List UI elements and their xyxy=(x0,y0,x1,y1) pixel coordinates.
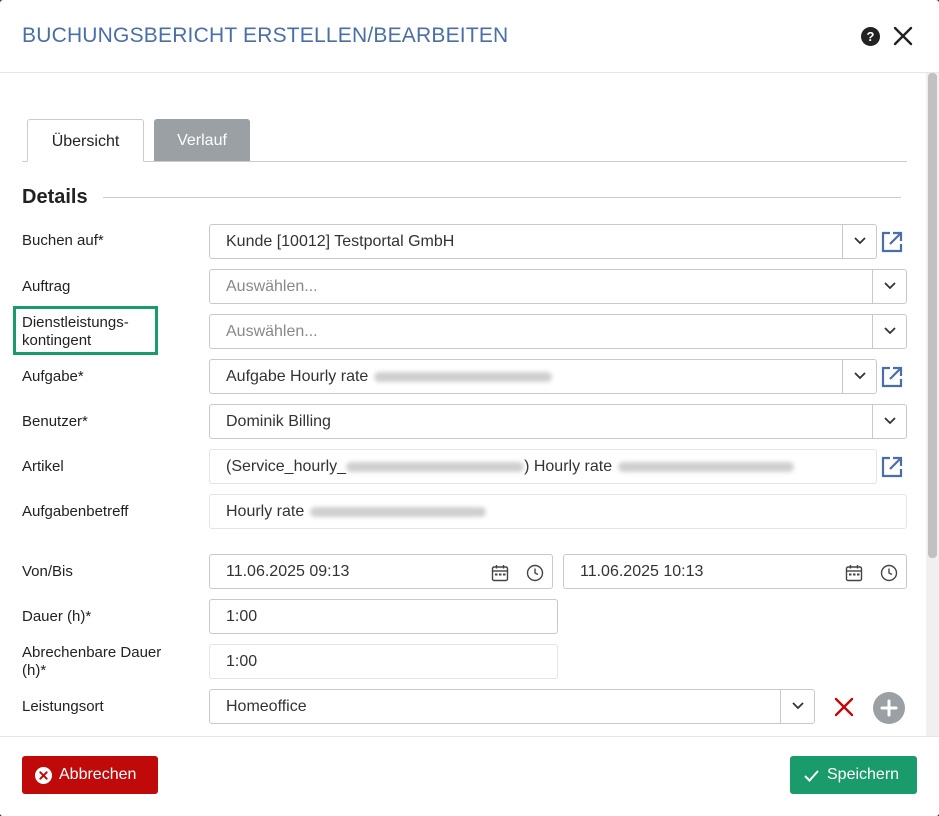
redacted-text xyxy=(310,506,487,517)
aufgabe-value: Aufgabe Hourly rate xyxy=(226,368,369,385)
add-icon[interactable] xyxy=(873,692,905,724)
chevron-down-icon[interactable] xyxy=(872,405,906,438)
question-circle-icon[interactable]: ? xyxy=(861,27,880,46)
abrechenbare-dauer-label-line1: Abrechenbare Dauer xyxy=(22,644,162,661)
tab-verlauf[interactable]: Verlauf xyxy=(154,119,250,161)
save-button-label: Speichern xyxy=(827,766,900,783)
artikel-value: (Service_hourly_ ) Hourly rate xyxy=(226,450,795,483)
chevron-down-icon[interactable] xyxy=(842,360,876,393)
tab-uebersicht[interactable]: Übersicht xyxy=(27,119,144,162)
buchen-auf-label: Buchen auf* xyxy=(22,232,104,249)
artikel-field: (Service_hourly_ ) Hourly rate xyxy=(209,449,877,484)
chevron-down-icon[interactable] xyxy=(842,225,876,258)
section-title: Details xyxy=(22,186,88,208)
cancel-button[interactable]: Abbrechen xyxy=(22,756,158,794)
remove-icon[interactable] xyxy=(833,696,855,718)
dialog-title: BUCHUNGSBERICHT ERSTELLEN/BEARBEITEN xyxy=(22,24,509,47)
redacted-text xyxy=(374,371,553,382)
kontingent-select[interactable]: Auswählen... xyxy=(209,314,907,349)
von-bis-label: Von/Bis xyxy=(22,563,73,580)
auftrag-select[interactable]: Auswählen... xyxy=(209,269,907,304)
scrollbar[interactable] xyxy=(926,73,939,736)
abrechenbare-dauer-value: 1:00 xyxy=(226,653,258,670)
tabs-divider xyxy=(22,161,907,162)
aufgabe-select[interactable]: Aufgabe Hourly rate xyxy=(209,359,877,394)
buchen-auf-select[interactable]: Kunde [10012] Testportal GmbH xyxy=(209,224,877,259)
close-icon[interactable] xyxy=(890,23,916,49)
auftrag-label: Auftrag xyxy=(22,278,71,295)
artikel-value-middle: ) Hourly rate xyxy=(524,458,613,475)
dauer-label: Dauer (h)* xyxy=(22,608,92,625)
calendar-icon[interactable] xyxy=(845,564,863,582)
bis-value: 11.06.2025 10:13 xyxy=(580,563,704,580)
artikel-value-prefix: (Service_hourly_ xyxy=(226,458,347,475)
benutzer-select[interactable]: Dominik Billing xyxy=(209,404,907,439)
check-icon xyxy=(804,770,819,782)
chevron-down-icon[interactable] xyxy=(872,315,906,348)
booking-report-dialog: BUCHUNGSBERICHT ERSTELLEN/BEARBEITEN ? Ü… xyxy=(0,0,939,816)
abrechenbare-dauer-input[interactable]: 1:00 xyxy=(209,644,558,679)
external-link-icon[interactable] xyxy=(880,365,904,389)
leistungsort-value: Homeoffice xyxy=(226,698,307,715)
bis-datetime-input[interactable]: 11.06.2025 10:13 xyxy=(563,554,907,589)
kontingent-placeholder: Auswählen... xyxy=(226,323,318,340)
cancel-button-label: Abbrechen xyxy=(59,766,137,783)
section-divider xyxy=(103,197,901,198)
kontingent-label-line2: kontingent xyxy=(22,332,92,349)
save-button[interactable]: Speichern xyxy=(790,756,917,794)
calendar-icon[interactable] xyxy=(491,564,509,582)
artikel-label: Artikel xyxy=(22,458,64,475)
buchen-auf-value: Kunde [10012] Testportal GmbH xyxy=(226,233,455,250)
benutzer-value: Dominik Billing xyxy=(226,413,331,430)
chevron-down-icon[interactable] xyxy=(872,270,906,303)
auftrag-placeholder: Auswählen... xyxy=(226,278,318,295)
aufgabe-label: Aufgabe* xyxy=(22,368,84,385)
dauer-input[interactable]: 1:00 xyxy=(209,599,558,634)
leistungsort-select[interactable]: Homeoffice xyxy=(209,689,815,724)
dialog-header: BUCHUNGSBERICHT ERSTELLEN/BEARBEITEN ? xyxy=(0,0,939,73)
times-circle-icon xyxy=(35,767,52,784)
leistungsort-label: Leistungsort xyxy=(22,698,104,715)
aufgabe-value-wrap: Aufgabe Hourly rate xyxy=(226,360,553,393)
dialog-footer: Abbrechen Speichern xyxy=(0,736,939,816)
aufgabenbetreff-value: Hourly rate xyxy=(226,503,305,520)
scrollbar-thumb[interactable] xyxy=(928,73,937,558)
redacted-text xyxy=(346,461,525,472)
aufgabenbetreff-field[interactable]: Hourly rate xyxy=(209,494,907,529)
clock-icon[interactable] xyxy=(880,564,898,582)
external-link-icon[interactable] xyxy=(880,455,904,479)
von-value: 11.06.2025 09:13 xyxy=(226,563,350,580)
clock-icon[interactable] xyxy=(526,564,544,582)
external-link-icon[interactable] xyxy=(880,230,904,254)
abrechenbare-dauer-label-line2: (h)* xyxy=(22,662,47,679)
redacted-text xyxy=(618,461,795,472)
benutzer-label: Benutzer* xyxy=(22,413,88,430)
kontingent-label-line1: Dienstleistungs- xyxy=(22,314,129,331)
aufgabenbetreff-value-wrap: Hourly rate xyxy=(226,495,487,528)
dauer-value: 1:00 xyxy=(226,608,258,625)
von-datetime-input[interactable]: 11.06.2025 09:13 xyxy=(209,554,553,589)
aufgabenbetreff-label: Aufgabenbetreff xyxy=(22,503,129,520)
chevron-down-icon[interactable] xyxy=(780,690,814,723)
